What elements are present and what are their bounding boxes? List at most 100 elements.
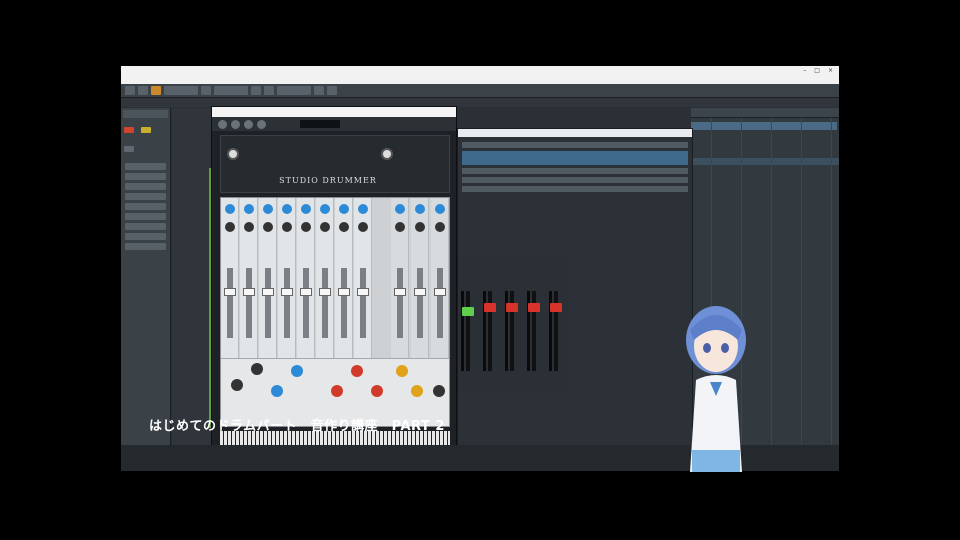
inspector-tab[interactable] [123, 110, 168, 118]
fader-handle[interactable] [528, 303, 540, 312]
fx-knob[interactable] [433, 385, 445, 397]
toolbar-button[interactable] [277, 86, 311, 95]
eq-knob[interactable] [282, 204, 292, 214]
pan-knob[interactable] [339, 222, 349, 232]
anime-character-illustration [686, 306, 746, 472]
fx-knob[interactable] [371, 385, 383, 397]
toolbar-button[interactable] [201, 86, 211, 95]
inspector-row[interactable] [125, 173, 166, 180]
fader-track [303, 268, 309, 338]
mixer-channel [458, 259, 478, 389]
eq-knob[interactable] [435, 204, 445, 214]
fx-knob[interactable] [351, 365, 363, 377]
fader-handle[interactable] [506, 303, 518, 312]
fader-handle[interactable] [224, 288, 236, 296]
inspector-row[interactable] [125, 233, 166, 240]
pan-knob[interactable] [320, 222, 330, 232]
fader-handle[interactable] [338, 288, 350, 296]
pan-knob[interactable] [225, 222, 235, 232]
fader-handle[interactable] [484, 303, 496, 312]
bus-channel [411, 198, 429, 358]
grid-line [801, 118, 802, 471]
eq-knob[interactable] [415, 204, 425, 214]
settings-icon[interactable] [257, 119, 266, 129]
routing-row-selected[interactable] [462, 151, 688, 165]
fx-knob[interactable] [396, 365, 408, 377]
fader-handle[interactable] [434, 288, 446, 296]
fx-knob[interactable] [331, 385, 343, 397]
drum-channel [354, 198, 372, 358]
eq-knob[interactable] [358, 204, 368, 214]
pan-knob[interactable] [263, 222, 273, 232]
mute-button[interactable] [124, 127, 134, 133]
inspector-row[interactable] [125, 183, 166, 190]
eq-knob[interactable] [225, 204, 235, 214]
eq-knob[interactable] [395, 204, 405, 214]
bus-channel [431, 198, 449, 358]
toolbar-button[interactable] [327, 86, 337, 95]
fx-knob[interactable] [231, 379, 243, 391]
solo-button[interactable] [141, 127, 152, 133]
mixer-channel [480, 259, 500, 389]
routing-row[interactable] [462, 142, 688, 148]
volume-knob[interactable] [381, 148, 393, 160]
tune-knob[interactable] [227, 148, 239, 160]
minimize-icon[interactable]: – [803, 67, 806, 74]
routing-row[interactable] [462, 186, 688, 192]
kontakt-logo-icon[interactable] [218, 119, 227, 129]
maximize-icon[interactable]: □ [814, 67, 820, 74]
inspector-row[interactable] [125, 163, 166, 170]
selected-track-lane[interactable] [691, 158, 839, 165]
pan-knob[interactable] [358, 222, 368, 232]
fader-handle[interactable] [262, 288, 274, 296]
fader-handle[interactable] [462, 307, 474, 316]
inspector-row[interactable] [125, 223, 166, 230]
fader-handle[interactable] [281, 288, 293, 296]
pan-knob[interactable] [415, 222, 425, 232]
drum-channel [316, 198, 334, 358]
locator-range[interactable] [691, 122, 837, 130]
pan-knob[interactable] [282, 222, 292, 232]
inspector-row[interactable] [125, 203, 166, 210]
toolbar-button[interactable] [314, 86, 324, 95]
toolbar-button[interactable] [164, 86, 198, 95]
fader-handle[interactable] [319, 288, 331, 296]
routing-row[interactable] [462, 168, 688, 174]
eq-knob[interactable] [301, 204, 311, 214]
pan-knob[interactable] [435, 222, 445, 232]
eq-knob[interactable] [320, 204, 330, 214]
eq-knob[interactable] [244, 204, 254, 214]
rack-icon[interactable] [244, 119, 253, 129]
fx-knob[interactable] [271, 385, 283, 397]
fader-handle[interactable] [414, 288, 426, 296]
fader-handle[interactable] [357, 288, 369, 296]
toolbar-button[interactable] [251, 86, 261, 95]
eq-knob[interactable] [339, 204, 349, 214]
browser-icon[interactable] [231, 119, 240, 129]
pan-knob[interactable] [244, 222, 254, 232]
pan-knob[interactable] [301, 222, 311, 232]
fader-handle[interactable] [243, 288, 255, 296]
toolbar-button[interactable] [125, 86, 135, 95]
toolbar-button[interactable] [138, 86, 148, 95]
toolbar-button[interactable] [214, 86, 248, 95]
fader-handle[interactable] [394, 288, 406, 296]
fader-handle[interactable] [550, 303, 562, 312]
inspector-row[interactable] [125, 213, 166, 220]
fx-knob[interactable] [251, 363, 263, 375]
cpu-display [300, 120, 340, 128]
eq-knob[interactable] [263, 204, 273, 214]
fx-knob[interactable] [291, 365, 303, 377]
timeline-ruler[interactable] [691, 108, 839, 118]
close-icon[interactable]: × [828, 67, 833, 74]
inspector-row[interactable] [125, 193, 166, 200]
read-button[interactable] [124, 146, 134, 152]
fader-handle[interactable] [300, 288, 312, 296]
pan-knob[interactable] [395, 222, 405, 232]
toolbar-button[interactable] [151, 86, 161, 95]
fx-knob[interactable] [411, 385, 423, 397]
routing-row[interactable] [462, 177, 688, 183]
toolbar-button[interactable] [264, 86, 274, 95]
window-titlebar: – □ × [121, 66, 839, 76]
inspector-row[interactable] [125, 243, 166, 250]
